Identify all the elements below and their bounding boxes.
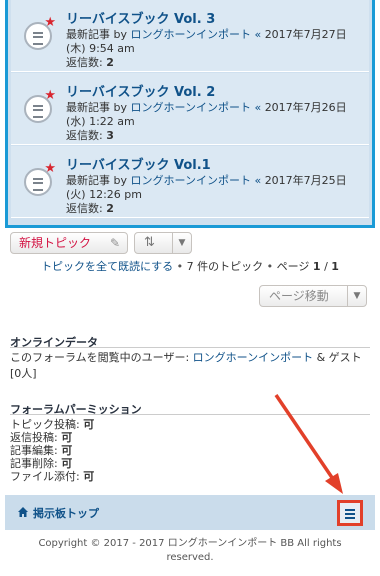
topic-meta: 最新記事 by ロングホーンインポート « 2017年7月26日(水) 1:22… [66, 101, 366, 143]
last-post-link[interactable]: « [251, 28, 265, 41]
new-topic-label: 新規トピック [19, 236, 92, 250]
footer-navbar: 掲示板トップ [5, 495, 375, 530]
topic-title[interactable]: リーバイスブック Vol. 2 [66, 81, 215, 100]
new-topic-button[interactable]: 新規トピック ✎ [10, 232, 128, 254]
menu-bar [345, 513, 355, 515]
topic-count: 7 件のトピック [186, 260, 264, 273]
last-post-link[interactable]: « [251, 174, 265, 187]
chevron-down-icon: ▼ [172, 233, 191, 253]
permission-item: トピック投稿: 可 [10, 418, 95, 431]
online-users-text: このフォーラムを閲覧中のユーザー: ロングホーンインポート & ゲスト [0人] [10, 350, 370, 382]
topic-title[interactable]: リーバイスブック Vol.1 [66, 154, 211, 173]
replies: 返信数: 3 [66, 129, 114, 142]
topic-title[interactable]: リーバイスブック Vol. 3 [66, 8, 215, 27]
board-index-link[interactable]: 掲示板トップ [33, 505, 99, 521]
topic-list: ★ リーバイスブック Vol. 3 最新記事 by ロングホーンインポート « … [5, 0, 375, 228]
online-prefix: このフォーラムを閲覧中のユーザー: [10, 351, 193, 364]
meta-prefix: 最新記事 by [66, 28, 131, 41]
permission-item: 返信投稿: 可 [10, 431, 73, 444]
permission-item: ファイル添付: 可 [10, 470, 95, 483]
chevron-down-icon: ▼ [347, 286, 366, 306]
jump-label: ページ移動 [269, 289, 329, 303]
topic-row[interactable]: ★ リーバイスブック Vol. 2 最新記事 by ロングホーンインポート « … [11, 73, 369, 145]
bullet: • [263, 260, 277, 273]
permission-item: 記事編集: 可 [10, 444, 73, 457]
permission-item: 記事削除: 可 [10, 457, 73, 470]
topic-meta: 最新記事 by ロングホーンインポート « 2017年7月27日(木) 9:54… [66, 28, 366, 70]
permissions-list: トピック投稿: 可 返信投稿: 可 記事編集: 可 記事削除: 可 ファイル添付… [10, 418, 94, 483]
sort-options-button[interactable]: ⇅ ▼ [134, 232, 192, 254]
hamburger-menu-button[interactable] [337, 500, 363, 526]
page-label: ページ [276, 260, 313, 273]
meta-prefix: 最新記事 by [66, 101, 131, 114]
author-link[interactable]: ロングホーンインポート [131, 28, 251, 41]
bullet: • [173, 260, 187, 273]
jump-to-page-button[interactable]: ページ移動 ▼ [259, 285, 367, 307]
author-link[interactable]: ロングホーンインポート [131, 101, 251, 114]
home-icon [18, 507, 28, 517]
author-link[interactable]: ロングホーンインポート [131, 174, 251, 187]
sort-icon: ⇅ [144, 235, 155, 250]
hamburger-menu-icon [345, 509, 355, 511]
divider [10, 347, 370, 348]
online-user-link[interactable]: ロングホーンインポート [193, 351, 313, 364]
current-page: 1 [312, 260, 321, 273]
topic-row[interactable]: ★ リーバイスブック Vol.1 最新記事 by ロングホーンインポート « 2… [11, 146, 369, 218]
replies: 返信数: 2 [66, 202, 114, 215]
pencil-icon: ✎ [109, 236, 120, 250]
page-separator: / [320, 260, 332, 273]
topic-unread-icon: ★ [24, 162, 56, 196]
total-pages: 1 [331, 260, 339, 273]
meta-prefix: 最新記事 by [66, 174, 131, 187]
menu-bar [345, 517, 355, 519]
topic-meta: 最新記事 by ロングホーンインポート « 2017年7月25日(火) 12:2… [66, 174, 366, 216]
divider [10, 414, 370, 415]
topic-row[interactable]: ★ リーバイスブック Vol. 3 最新記事 by ロングホーンインポート « … [11, 0, 369, 72]
copyright-text: Copyright © 2017 - 2017 ロングホーンインポート BB A… [38, 538, 342, 563]
replies: 返信数: 2 [66, 56, 114, 69]
topic-unread-icon: ★ [24, 89, 56, 123]
last-post-link[interactable]: « [251, 101, 265, 114]
pagination-line: トピックを全て既読にする • 7 件のトピック • ページ 1 / 1 [10, 258, 370, 274]
mark-all-read-link[interactable]: トピックを全て既読にする [41, 260, 173, 273]
topic-unread-icon: ★ [24, 16, 56, 50]
